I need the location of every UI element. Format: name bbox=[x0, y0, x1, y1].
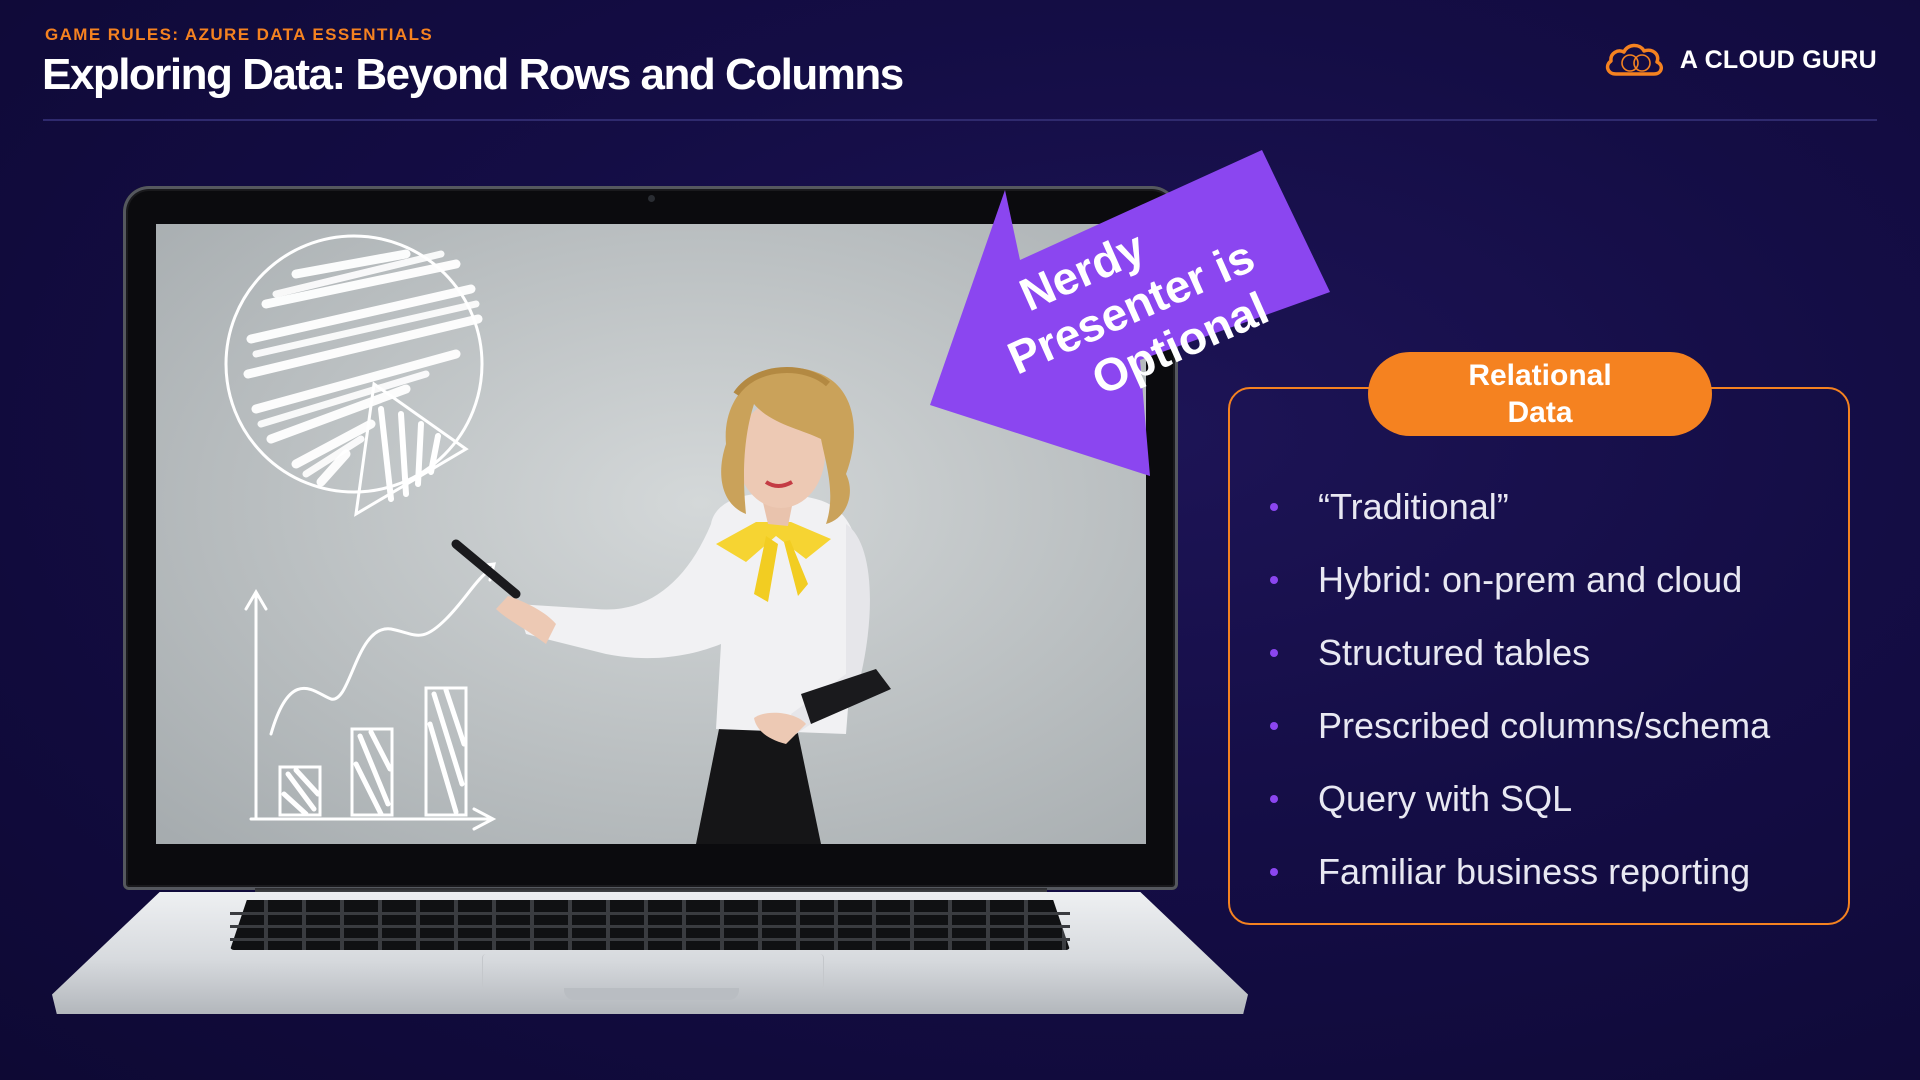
laptop-lid-notch bbox=[564, 988, 739, 1000]
keyboard-row-gap bbox=[230, 938, 1070, 941]
card-title-line-1: Relational bbox=[1468, 359, 1612, 392]
list-item-text: Query with SQL bbox=[1318, 777, 1573, 819]
keyboard-row-gap bbox=[230, 925, 1070, 928]
brand-name: A CLOUD GURU bbox=[1679, 45, 1877, 74]
brand-logo: A CLOUD GURU bbox=[1602, 40, 1877, 80]
bullet-dot-icon bbox=[1270, 794, 1278, 803]
laptop-base bbox=[52, 892, 1248, 1014]
keyboard-row-gap bbox=[230, 912, 1070, 915]
presenter-figure bbox=[451, 367, 891, 844]
list-item-text: “Traditional” bbox=[1318, 485, 1509, 527]
cloud-logo-icon bbox=[1605, 43, 1663, 76]
list-item: Query with SQL bbox=[1270, 762, 1770, 835]
list-item: Familiar business reporting bbox=[1270, 835, 1770, 908]
page-title: Exploring Data: Beyond Rows and Columns bbox=[42, 50, 904, 99]
list-item-text: Familiar business reporting bbox=[1318, 850, 1751, 892]
laptop-camera bbox=[647, 195, 655, 202]
bullet-dot-icon bbox=[1270, 502, 1278, 511]
bullet-dot-icon bbox=[1270, 575, 1278, 584]
chalk-growth-chart bbox=[244, 562, 497, 831]
list-item-text: Hybrid: on-prem and cloud bbox=[1318, 558, 1743, 600]
chalk-pie-chart bbox=[224, 234, 484, 517]
card-title-pill: Relational Data bbox=[1368, 352, 1712, 436]
list-item-text: Structured tables bbox=[1318, 631, 1591, 673]
list-item: Hybrid: on-prem and cloud bbox=[1270, 543, 1770, 616]
laptop-trackpad bbox=[482, 954, 824, 989]
list-item: Structured tables bbox=[1270, 616, 1770, 689]
list-item: “Traditional” bbox=[1270, 470, 1770, 543]
bullet-dot-icon bbox=[1270, 867, 1278, 876]
bullet-dot-icon bbox=[1270, 721, 1278, 730]
card-bullet-list: “Traditional” Hybrid: on-prem and cloud … bbox=[1270, 470, 1770, 908]
header-divider bbox=[43, 119, 1877, 121]
card-title-line-2: Data bbox=[1507, 396, 1573, 429]
section-kicker: GAME RULES: AZURE DATA ESSENTIALS bbox=[45, 25, 434, 44]
bullet-dot-icon bbox=[1270, 648, 1278, 657]
list-item: Prescribed columns/schema bbox=[1270, 689, 1770, 762]
list-item-text: Prescribed columns/schema bbox=[1318, 704, 1771, 746]
